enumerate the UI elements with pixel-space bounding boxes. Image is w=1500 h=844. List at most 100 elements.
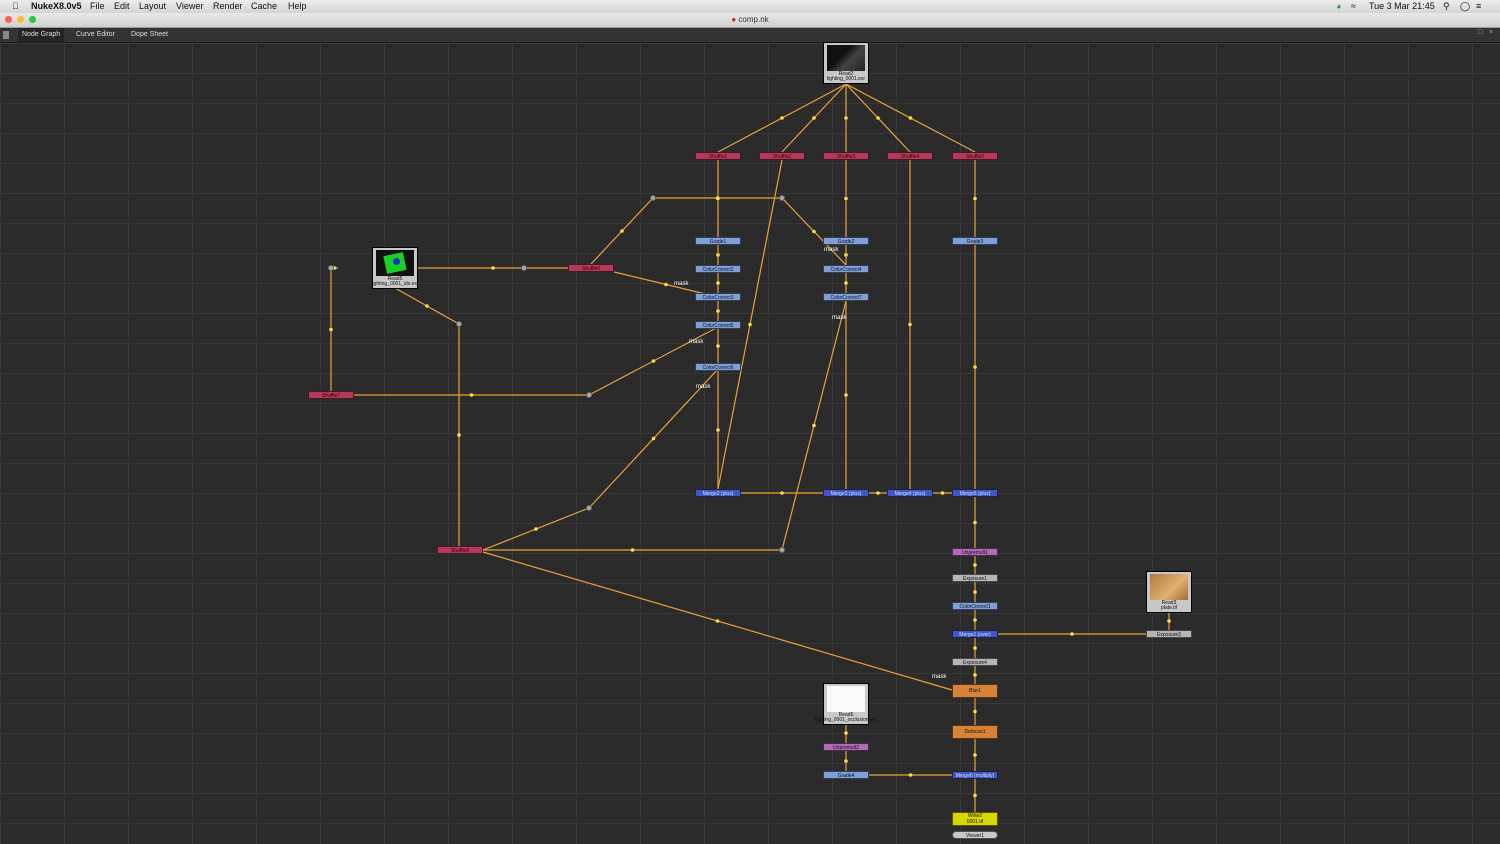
edge-midpoint-dot[interactable]: [812, 116, 816, 120]
colorcorrect4-node[interactable]: ColorCorrect4: [823, 265, 869, 273]
merge4-node[interactable]: Merge4 (plus): [887, 489, 933, 497]
edge-midpoint-dot[interactable]: [715, 196, 720, 200]
unpremult2-node[interactable]: Unpremult2: [823, 743, 869, 751]
dot-node[interactable]: [521, 265, 527, 271]
edge-midpoint-dot[interactable]: [908, 116, 913, 120]
dot-node[interactable]: [650, 195, 656, 201]
grade2-node[interactable]: Grade2: [823, 237, 869, 245]
dot-node[interactable]: [779, 195, 785, 201]
edge-midpoint-dot[interactable]: [748, 322, 752, 327]
colorcorrect3-node[interactable]: ColorCorrect3: [695, 293, 741, 301]
read6-thumbnail: [827, 686, 865, 712]
colorcorrect7-node[interactable]: ColorCorrect7: [823, 293, 869, 301]
shuffle2-node[interactable]: Shuffle2: [759, 152, 805, 160]
edge-midpoint-dot[interactable]: [664, 282, 668, 287]
viewer1-node[interactable]: Viewer1: [952, 831, 998, 839]
edge-midpoint-dot[interactable]: [620, 229, 624, 233]
exposure3-node[interactable]: Exposure3: [1146, 630, 1192, 638]
edge-midpoint-dot[interactable]: [844, 253, 848, 257]
merge6-node[interactable]: Merge6 (multiply): [952, 771, 998, 779]
edge-midpoint-dot[interactable]: [973, 646, 977, 650]
edge-midpoint-dot[interactable]: [973, 365, 977, 369]
merge5-node[interactable]: Merge5 (plus): [952, 489, 998, 497]
exposure1-node[interactable]: Exposure1: [952, 574, 998, 582]
dot-node[interactable]: [779, 547, 785, 553]
read6-node[interactable]: Read6 lighting_0001_occlusion.exr: [815, 683, 877, 725]
shuffle4-node[interactable]: Shuffle4: [887, 152, 933, 160]
edge-midpoint-dot[interactable]: [716, 344, 720, 348]
edge-midpoint-dot[interactable]: [844, 196, 848, 201]
colorcorrect6-node[interactable]: ColorCorrect6: [695, 363, 741, 371]
edge-midpoint-dot[interactable]: [716, 428, 720, 432]
edge-midpoint-dot[interactable]: [844, 281, 848, 285]
edge-midpoint-dot[interactable]: [973, 793, 977, 798]
shuffle3-node[interactable]: Shuffle3: [823, 152, 869, 160]
edge-midpoint-dot[interactable]: [716, 253, 720, 257]
edge-midpoint-dot[interactable]: [780, 116, 784, 120]
dot-node[interactable]: [456, 321, 462, 327]
edge-midpoint-dot[interactable]: [491, 266, 495, 270]
edge-midpoint-dot[interactable]: [716, 309, 720, 313]
edge-midpoint-dot[interactable]: [940, 491, 945, 495]
edge-midpoint-dot[interactable]: [876, 116, 880, 120]
shuffle8-node[interactable]: Shuffle8: [437, 546, 483, 554]
edge-midpoint-dot[interactable]: [812, 423, 816, 428]
dot-node[interactable]: [586, 392, 592, 398]
unpremult1-node[interactable]: Unpremult1: [952, 548, 998, 556]
edge-midpoint-dot[interactable]: [651, 359, 656, 363]
edge-midpoint-dot[interactable]: [876, 491, 880, 495]
edge-midpoint-dot[interactable]: [973, 618, 977, 622]
merge2-node[interactable]: Merge2 (plus): [695, 489, 741, 497]
blur1-node[interactable]: Blur1: [952, 684, 998, 698]
dot-node[interactable]: [586, 505, 592, 511]
edge-midpoint-dot[interactable]: [973, 590, 977, 594]
edge-midpoint-dot[interactable]: [844, 759, 848, 763]
mask-label: mask: [674, 281, 689, 287]
read5-label: Read5 lighting_0001_ids.exr: [371, 276, 419, 287]
shuffle7-node[interactable]: Shuffle7: [308, 391, 354, 399]
shuffle5-node[interactable]: Shuffle5: [952, 152, 998, 160]
shuffle6-node[interactable]: Shuffle6: [568, 264, 614, 272]
exposure4-node[interactable]: Exposure4: [952, 658, 998, 666]
edge-midpoint-dot[interactable]: [1167, 619, 1171, 623]
edge-midpoint-dot[interactable]: [329, 327, 333, 332]
write2-node[interactable]: Write2 0001.tif: [952, 812, 998, 826]
read3-node[interactable]: Read3 plate.tif: [1146, 571, 1192, 613]
colorcorrect2-node[interactable]: ColorCorrect2: [695, 265, 741, 273]
edge-midpoint-dot[interactable]: [469, 393, 474, 397]
grade1-node[interactable]: Grade1: [695, 237, 741, 245]
defocus1-node[interactable]: Defocus1: [952, 725, 998, 739]
edge-midpoint-dot[interactable]: [973, 563, 977, 567]
edge-midpoint-dot[interactable]: [780, 491, 784, 495]
edge-midpoint-dot[interactable]: [973, 753, 977, 757]
edge-midpoint-dot[interactable]: [630, 548, 635, 552]
read2-node[interactable]: Read2 lighting_0001.exr: [823, 42, 869, 84]
merge1-node[interactable]: Merge1 (over): [952, 630, 998, 638]
edge-midpoint-dot[interactable]: [716, 281, 720, 285]
edge-midpoint-dot[interactable]: [534, 527, 538, 531]
edge-midpoint-dot[interactable]: [844, 731, 848, 735]
grade4-node[interactable]: Grade4: [823, 771, 869, 779]
edge-midpoint-dot[interactable]: [457, 433, 461, 437]
edge-midpoint-dot[interactable]: [973, 520, 977, 525]
edge-midpoint-dot[interactable]: [973, 673, 977, 677]
edge-midpoint-dot[interactable]: [1070, 632, 1074, 636]
edge-midpoint-dot[interactable]: [651, 436, 656, 441]
edge-midpoint-dot[interactable]: [844, 393, 848, 397]
edge-midpoint-dot[interactable]: [812, 229, 816, 234]
edge-midpoint-dot[interactable]: [908, 773, 913, 777]
edge-midpoint-dot[interactable]: [908, 322, 912, 327]
colorcorrect5-node[interactable]: ColorCorrect5: [695, 321, 741, 329]
edge-midpoint-dot[interactable]: [973, 709, 977, 714]
colorcorrect1-node[interactable]: ColorCorrect1: [952, 602, 998, 610]
read5-node[interactable]: Read5 lighting_0001_ids.exr: [371, 247, 419, 289]
merge3-node[interactable]: Merge3 (plus): [823, 489, 869, 497]
dot-node[interactable]: [328, 265, 334, 271]
edge-midpoint-dot[interactable]: [844, 116, 848, 120]
read3-label: Read3 plate.tif: [1160, 600, 1178, 611]
edge-midpoint-dot[interactable]: [715, 619, 720, 623]
edge-midpoint-dot[interactable]: [973, 196, 977, 201]
grade3-node[interactable]: Grade3: [952, 237, 998, 245]
edge-midpoint-dot[interactable]: [425, 304, 429, 308]
shuffle1-node[interactable]: Shuffle1: [695, 152, 741, 160]
